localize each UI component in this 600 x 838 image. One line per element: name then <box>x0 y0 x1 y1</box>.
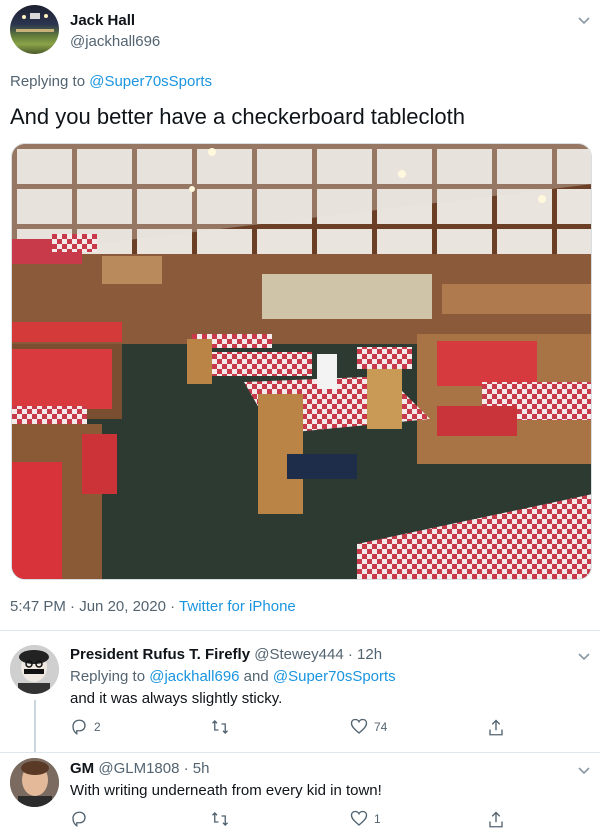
reply-age[interactable]: 12h <box>357 646 382 663</box>
divider <box>0 630 600 631</box>
reply-count: 2 <box>94 720 101 734</box>
reply-avatar[interactable] <box>10 758 59 807</box>
reply-actions: 2 74 <box>70 718 510 740</box>
share-icon <box>489 719 503 736</box>
replying-label: Replying to <box>70 668 146 685</box>
author-name[interactable]: Jack Hall <box>70 12 135 29</box>
reply-author-handle[interactable]: @GLM1808 <box>98 760 179 777</box>
like-count: 74 <box>374 720 388 734</box>
tweet-photo[interactable] <box>11 143 592 580</box>
replying-and: and <box>243 668 269 685</box>
replying-label: Replying to <box>10 73 86 90</box>
tweet-source[interactable]: Twitter for iPhone <box>179 598 296 615</box>
reply-author-name[interactable]: GM <box>70 760 94 777</box>
reply-icon <box>72 811 86 828</box>
reply-button[interactable] <box>70 810 94 828</box>
reply-replying-to: Replying to @jackhall696 and @Super70sSp… <box>70 668 396 685</box>
retweet-button[interactable] <box>210 718 236 736</box>
reply-age[interactable]: 5h <box>193 760 210 777</box>
retweet-icon <box>212 720 228 734</box>
reply-text: With writing underneath from every kid i… <box>70 782 382 799</box>
reply-author-handle[interactable]: @Stewey444 <box>254 646 343 663</box>
reply-author-name[interactable]: President Rufus T. Firefly <box>70 646 250 663</box>
replying-to-line: Replying to @Super70sSports <box>10 73 212 90</box>
share-button[interactable] <box>487 718 505 738</box>
heart-icon <box>350 718 368 734</box>
heart-icon <box>350 810 368 826</box>
like-button[interactable]: 1 <box>350 810 381 828</box>
like-count: 1 <box>374 812 381 826</box>
reply-icon <box>72 719 86 736</box>
reply-text: and it was always slightly sticky. <box>70 690 283 707</box>
chevron-down-icon[interactable] <box>576 762 592 783</box>
tweet-text: And you better have a checkerboard table… <box>10 104 465 129</box>
reply-actions: 1 <box>70 810 510 832</box>
chevron-down-icon[interactable] <box>576 12 592 33</box>
share-button[interactable] <box>487 810 505 830</box>
separator: · <box>70 598 76 615</box>
reply-avatar[interactable] <box>10 645 59 694</box>
divider <box>0 752 600 753</box>
replying-to-link[interactable]: @jackhall696 <box>149 668 239 685</box>
author-handle[interactable]: @jackhall696 <box>70 33 160 50</box>
chevron-down-icon[interactable] <box>576 648 592 669</box>
like-button[interactable]: 74 <box>350 718 387 736</box>
separator: · <box>347 646 353 663</box>
retweet-icon <box>212 812 228 826</box>
reply-header: GM @GLM1808 · 5h <box>70 760 209 777</box>
author-avatar[interactable] <box>10 5 59 54</box>
replying-to-link[interactable]: @Super70sSports <box>89 73 212 90</box>
separator: · <box>183 760 189 777</box>
tweet-date[interactable]: Jun 20, 2020 <box>79 598 166 615</box>
share-icon <box>489 811 503 828</box>
restaurant-photo <box>12 144 591 579</box>
separator: · <box>170 598 176 615</box>
retweet-button[interactable] <box>210 810 236 828</box>
reply-button[interactable]: 2 <box>70 718 101 736</box>
tweet-time[interactable]: 5:47 PM <box>10 598 66 615</box>
tweet-meta: 5:47 PM · Jun 20, 2020 · Twitter for iPh… <box>10 598 296 615</box>
reply-header: President Rufus T. Firefly @Stewey444 · … <box>70 646 382 663</box>
reply-thread-line <box>34 700 36 752</box>
replying-to-link[interactable]: @Super70sSports <box>273 668 396 685</box>
